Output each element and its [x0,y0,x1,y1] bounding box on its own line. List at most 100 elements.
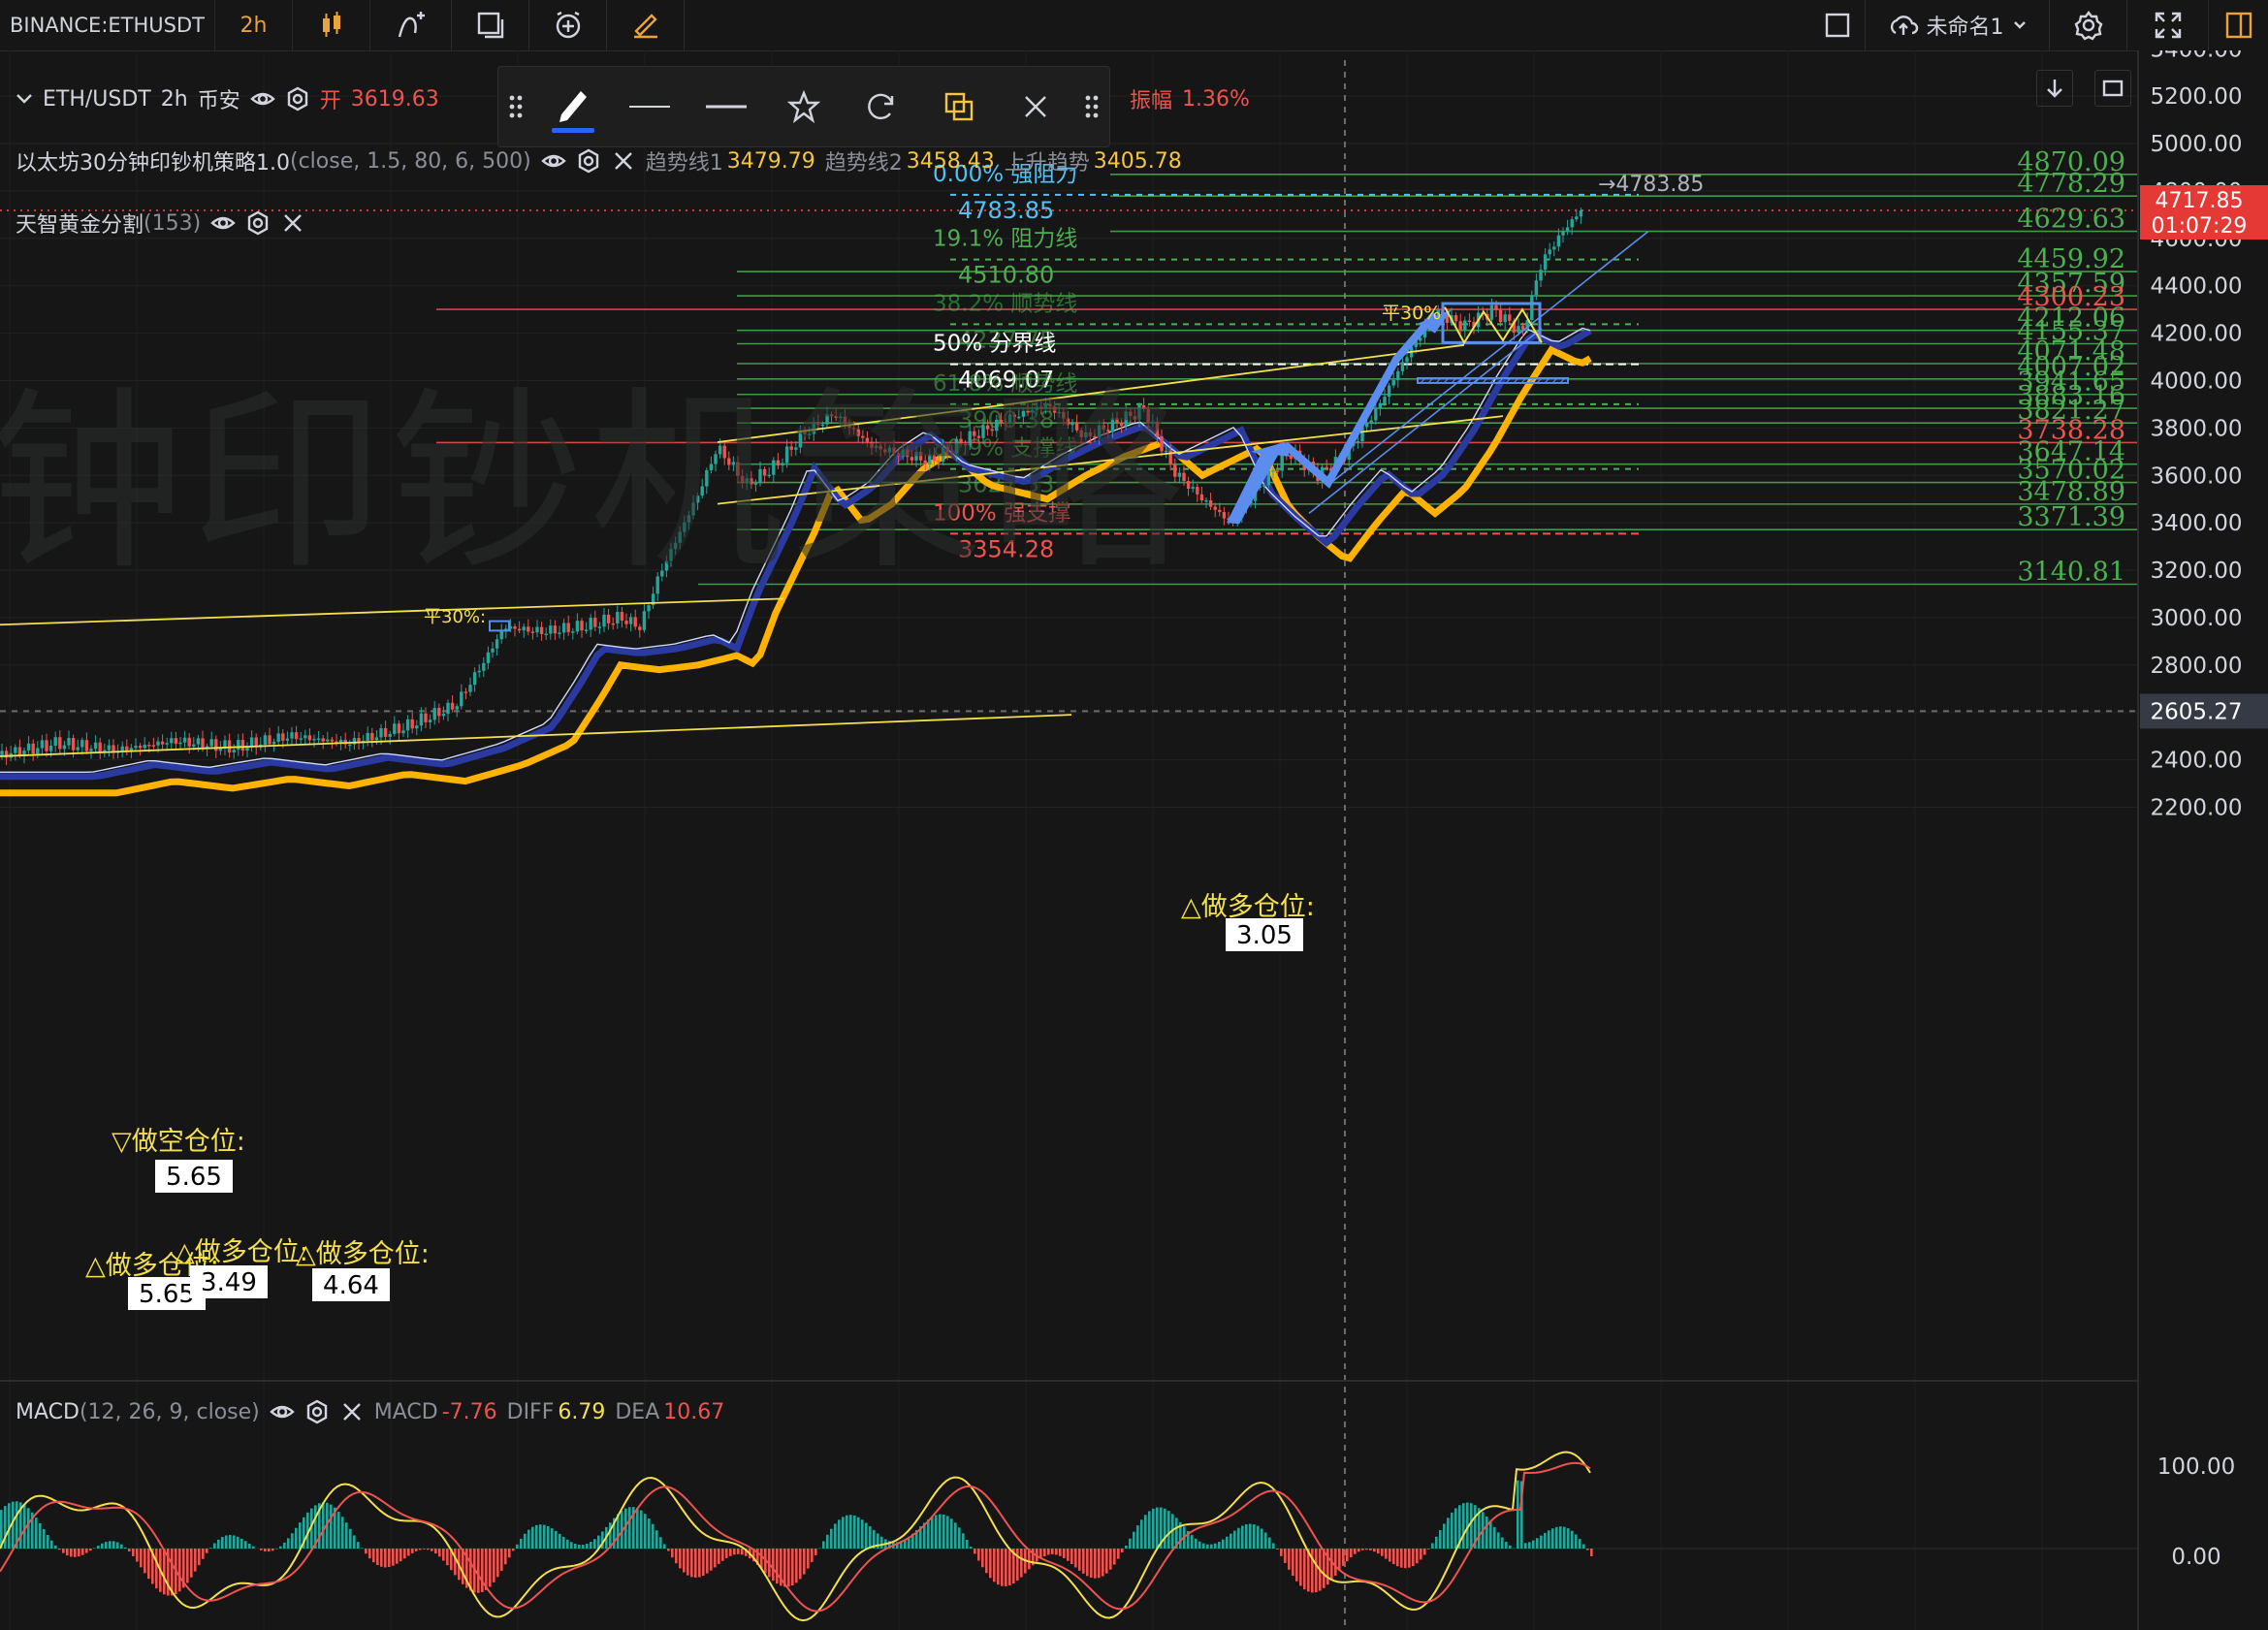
compare-button[interactable] [452,0,529,50]
candle-body [1070,422,1074,426]
candle-body [750,478,753,485]
expand-button[interactable] [2126,0,2208,50]
candle-body [1579,210,1583,217]
macd-hist-bar [718,1549,720,1564]
indicators-button[interactable] [370,0,452,50]
macd-hist-bar [209,1548,212,1549]
candle-body [995,419,999,431]
macd-hist-bar [1377,1549,1380,1554]
settings-button[interactable] [2049,0,2126,50]
macd-hist-bar [1548,1530,1550,1549]
macd-hist-bar [1125,1545,1128,1549]
candle-body [1508,314,1512,321]
macd-hist-bar [857,1517,860,1549]
candle-style-button[interactable] [293,0,370,50]
symbol-search-button[interactable]: BINANCE:ETHUSDT [0,0,215,50]
macd-hist-bar [341,1517,344,1549]
favorite-button[interactable] [765,67,843,146]
macd-hist-bar [880,1536,883,1549]
macd-hist-bar [237,1536,240,1549]
candle-body [914,451,918,461]
position-annotation: △做多仓位: [1181,892,1315,922]
candle-body [285,738,290,741]
candle-body [348,744,352,747]
layout-name-button[interactable]: 未命名1 [1865,0,2049,50]
candle-body [820,424,825,427]
chevron-down-icon [2013,21,2026,29]
eye-icon[interactable] [210,210,236,236]
macd-hist-bar [1524,1543,1527,1549]
candle-body [794,447,798,450]
macd-hist-bar [388,1549,391,1568]
candle-body [566,623,570,632]
macd-hist-bar [1230,1533,1232,1549]
macd-hist-bar [822,1541,825,1549]
price-chart[interactable]: 4870.094778.294629.634459.924357.594300.… [0,50,2268,1630]
line-style-button[interactable] [687,67,765,146]
interval-button[interactable]: 2h [215,0,293,50]
clone-button[interactable] [920,67,998,146]
candle-body [647,605,651,612]
side-panel-toggle[interactable] [2208,0,2268,50]
maximize-pane-button[interactable] [2094,70,2131,107]
gear-icon[interactable] [304,1399,330,1424]
macd-hist-bar [950,1518,953,1549]
drawn-fib-label: 100% 强支撑 [933,500,1070,526]
macd-pane [0,1451,2138,1622]
candle-body [370,732,374,741]
gear-icon[interactable] [285,86,310,112]
replay-button[interactable] [607,0,685,50]
close-icon[interactable] [280,210,305,236]
fib-level-label: 3140.81 [2017,558,2125,588]
candle-body [973,431,976,436]
macd-hist-bar [1582,1544,1585,1549]
candle-body [303,735,307,739]
macd-hist-bar [1443,1523,1446,1549]
macd-hist-bar [155,1549,158,1589]
gear-icon[interactable] [245,210,271,236]
drag-handle[interactable] [498,67,533,146]
amplitude-legend: 振幅 1.36% [1130,83,1250,114]
macd-hist-bar [438,1549,441,1557]
macd-hist-bar [1462,1503,1465,1549]
macd-hist-bar [1532,1540,1535,1549]
macd-hist-bar [1311,1549,1314,1593]
macd-hist-bar [1373,1549,1376,1552]
line-color-button[interactable] [533,67,611,146]
close-icon[interactable] [339,1399,365,1424]
candle-body [1066,418,1070,426]
eye-icon[interactable] [249,86,275,112]
scroll-to-latest-button[interactable] [2036,70,2073,107]
sync-button[interactable] [843,67,920,146]
fullscreen-toggle[interactable] [1810,0,1865,50]
drawn-fib-price: 3900.38 [958,406,1054,433]
candle-body [517,628,522,631]
eye-icon[interactable] [540,148,566,174]
eye-icon[interactable] [269,1399,295,1424]
alert-button[interactable] [529,0,607,50]
price-tick: 3000.00 [2150,606,2242,631]
macd-hist-bar [81,1549,84,1555]
close-icon[interactable] [611,148,636,174]
candle-body [673,542,678,550]
macd-value: -7.76 [441,1399,497,1424]
macd-hist-bar [1152,1508,1155,1549]
macd-hist-bar [1579,1539,1581,1549]
candle-body [1405,357,1409,363]
candle-body [428,719,432,722]
line-width-button[interactable] [611,67,688,146]
chevron-down-icon[interactable] [16,90,33,108]
delete-drawing-button[interactable] [997,67,1074,146]
macd-hist-bar [496,1549,499,1578]
more-options-handle[interactable] [1074,67,1109,146]
macd-hist-bar [1241,1525,1244,1549]
macd-hist-bar [1358,1549,1360,1552]
macd-hist-bar [1544,1532,1547,1549]
candle-body [1057,411,1061,414]
candle-body [1026,410,1030,413]
candle-body [1400,362,1405,371]
candle-body [611,623,615,625]
candle-body [1204,499,1208,502]
gear-icon[interactable] [576,148,601,174]
candle-body [571,631,575,633]
